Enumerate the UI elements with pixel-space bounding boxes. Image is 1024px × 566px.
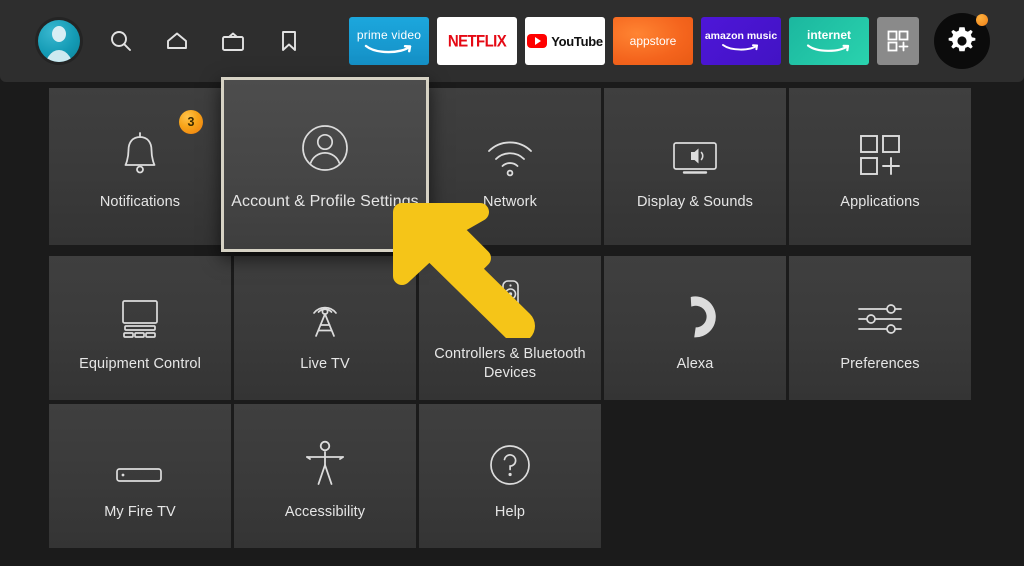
tile-label: Account & Profile Settings [231, 192, 419, 210]
settings-notification-dot [976, 14, 988, 26]
app-tile-prime-video[interactable]: prime video [349, 17, 429, 65]
youtube-play-icon [527, 34, 548, 48]
broadcast-tower-icon [300, 283, 350, 341]
bookmark-icon[interactable] [274, 26, 304, 56]
tile-label: Network [483, 194, 537, 210]
search-icon[interactable] [106, 26, 136, 56]
appstore-label: appstore [629, 34, 677, 48]
tile-controllers-bluetooth-devices[interactable]: Controllers & Bluetooth Devices [419, 256, 601, 400]
avatar-head [52, 26, 66, 42]
prime-video-label: prime video [356, 27, 422, 42]
fire-tv-settings-screen: prime video NETFLIX YouTube appstore ama… [0, 0, 1024, 566]
fire-tv-stick-icon [114, 431, 166, 489]
settings-gear-button[interactable] [934, 13, 990, 69]
tv-speaker-icon [667, 121, 723, 179]
tile-accessibility[interactable]: Accessibility [234, 404, 416, 548]
wifi-icon [483, 121, 537, 179]
amazon-music-label: amazon music [704, 30, 778, 42]
avatar-body [44, 50, 74, 62]
tile-my-fire-tv[interactable]: My Fire TV [49, 404, 231, 548]
person-circle-icon [298, 117, 352, 175]
bell-icon [117, 121, 163, 179]
tile-label: Help [494, 503, 526, 520]
settings-row-2: Equipment Control Live TV Controllers & … [49, 256, 971, 400]
tile-label: Notifications [99, 194, 181, 210]
tile-label: Preferences [840, 355, 920, 372]
top-navigation-bar: prime video NETFLIX YouTube appstore ama… [0, 0, 1024, 82]
netflix-label: NETFLIX [447, 31, 507, 51]
notification-badge: 3 [179, 110, 203, 134]
grid-plus-icon [856, 121, 904, 179]
sliders-icon [854, 283, 906, 341]
settings-row-1: Notifications 3 Account & Profile Settin… [49, 77, 971, 252]
app-tile-internet[interactable]: internet [789, 17, 869, 65]
tile-display-sounds[interactable]: Display & Sounds [604, 88, 786, 245]
tile-label: Display & Sounds [636, 194, 754, 210]
tile-applications[interactable]: Applications [789, 88, 971, 245]
youtube-label: YouTube [551, 33, 603, 49]
amazon-smile-icon [722, 44, 758, 51]
tile-label: Applications [840, 194, 920, 210]
tile-notifications[interactable]: Notifications 3 [49, 88, 231, 245]
accessibility-person-icon [302, 431, 348, 489]
app-grid-add-button[interactable] [877, 17, 919, 65]
tile-label: Accessibility [284, 503, 366, 520]
app-tile-youtube[interactable]: YouTube [525, 17, 605, 65]
remote-control-icon [494, 273, 526, 331]
internet-label: internet [806, 28, 851, 42]
app-tile-appstore[interactable]: appstore [613, 17, 693, 65]
grid-plus-icon [887, 30, 909, 52]
question-circle-icon [486, 431, 534, 489]
tile-network[interactable]: Network [419, 88, 601, 245]
tile-label: My Fire TV [104, 503, 176, 520]
tile-label: Equipment Control [79, 355, 201, 372]
tile-equipment-control[interactable]: Equipment Control [49, 256, 231, 400]
avatar-profile-icon[interactable] [38, 20, 80, 62]
settings-row-3: My Fire TV Accessibility Help [49, 404, 967, 548]
tile-alexa[interactable]: Alexa [604, 256, 786, 400]
app-tile-netflix[interactable]: NETFLIX [437, 17, 517, 65]
amazon-smile-icon [364, 44, 412, 53]
tile-account-profile-settings[interactable]: Account & Profile Settings [221, 77, 429, 252]
tile-help[interactable]: Help [419, 404, 601, 548]
monitor-devices-icon [113, 283, 167, 341]
tile-preferences[interactable]: Preferences [789, 256, 971, 400]
home-icon[interactable] [162, 26, 192, 56]
nav-left-group [38, 20, 304, 62]
app-tile-amazon-music[interactable]: amazon music [701, 17, 781, 65]
live-tv-icon[interactable] [218, 26, 248, 56]
gear-icon [948, 27, 976, 52]
tile-label: Alexa [676, 355, 714, 372]
settings-tile-grid: Notifications 3 Account & Profile Settin… [49, 77, 971, 552]
tile-live-tv[interactable]: Live TV [234, 256, 416, 400]
tile-label: Controllers & Bluetooth Devices [434, 346, 586, 381]
amazon-smile-icon [806, 44, 850, 52]
app-shortcuts-row: prime video NETFLIX YouTube appstore ama… [349, 13, 990, 69]
tile-label: Live TV [300, 355, 350, 372]
alexa-ring-icon [671, 283, 719, 341]
